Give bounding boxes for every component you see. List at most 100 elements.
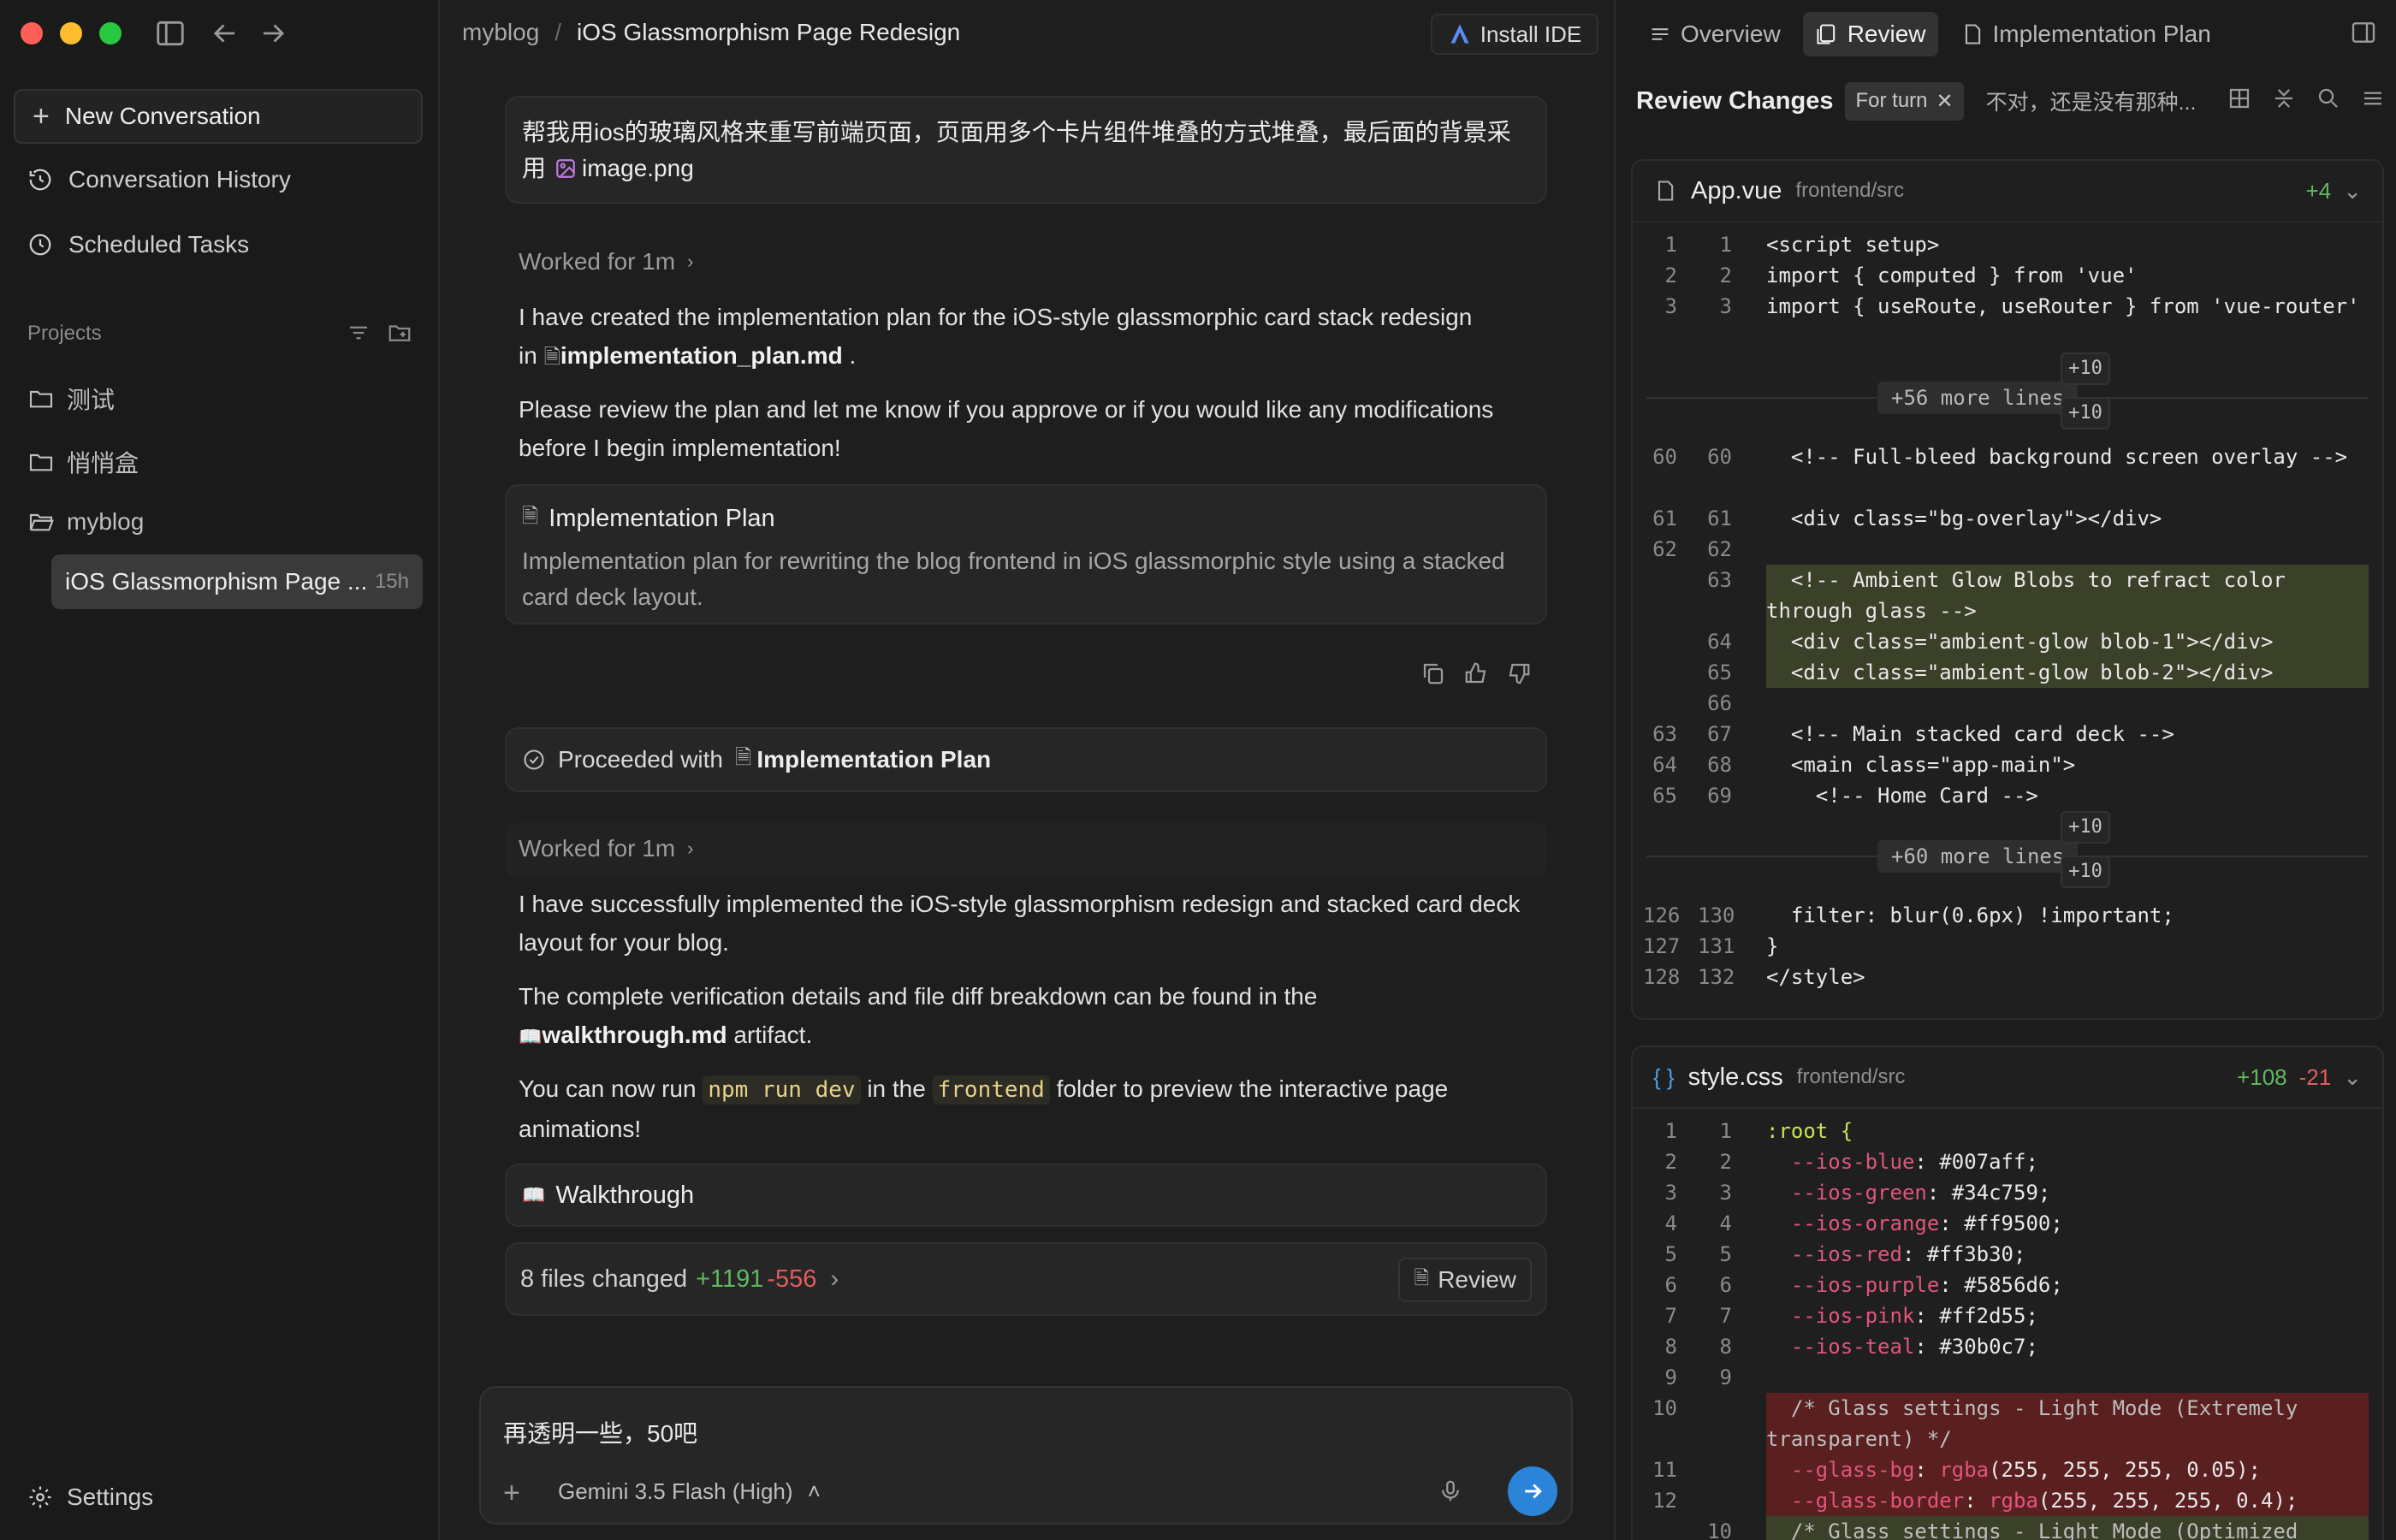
scheduled-tasks-link[interactable]: Scheduled Tasks [27,231,249,258]
diff-file-header[interactable]: App.vue frontend/src +4 ⌄ [1633,161,2382,222]
diff-file-card: { } style.css frontend/src +108 -21 ⌄ 11… [1631,1045,2384,1540]
document-icon [1965,24,1980,44]
settings-button[interactable]: Settings [27,1484,153,1511]
worked-for-toggle[interactable]: Worked for 1m › [519,835,693,862]
thumbs-down-icon[interactable] [1506,660,1532,686]
collapse-icon[interactable] [2271,86,2297,111]
arrow-right-icon [1525,1484,1542,1499]
close-window-button[interactable] [21,22,43,44]
diff-file-path: frontend/src [1795,179,1905,202]
copy-icon[interactable] [1420,660,1446,686]
image-attachment[interactable]: image.png [555,151,694,187]
attachment-name: image.png [582,155,694,181]
project-folder-label: 测试 [67,387,116,413]
proceeded-label: Proceeded with [558,746,724,773]
user-message-line: 帮我用ios的玻璃风格来重写前端页面，页面用多个卡片组件堆叠的方式堆叠，最后面的… [522,119,1511,145]
active-conversation-item[interactable]: iOS Glassmorphism Page ... 15h [51,554,423,609]
paragraph-text: in [519,342,537,369]
forward-arrow-icon[interactable] [257,17,289,50]
artifact-title: Implementation Plan [549,505,775,532]
toggle-sidebar-icon[interactable] [154,17,187,50]
model-selector-label: Gemini 3.5 Flash (High) [558,1478,793,1504]
filter-icon[interactable] [346,320,371,346]
walkthrough-artifact[interactable]: 📖 Walkthrough [505,1164,1547,1227]
chevron-up-icon: ˄ [807,1478,821,1504]
scheduled-tasks-label: Scheduled Tasks [68,231,250,258]
add-attachment-button[interactable]: + [503,1477,520,1510]
breadcrumb-project[interactable]: myblog [462,19,539,46]
review-title: Review Changes [1636,86,1834,115]
code-line: <!-- Home Card --> [1766,784,2038,808]
plus-icon: + [33,99,50,133]
panel-tabs: Overview Review Implementation Plan [1636,12,2223,56]
close-icon[interactable]: ✕ [1936,89,1954,114]
code-line: --ios-pink: #ff2d55; [1790,1304,2038,1328]
file-link[interactable]: 📖walkthrough.md [519,1022,727,1048]
project-folder[interactable]: 测试 [27,382,115,416]
file-link[interactable]: 🗎implementation_plan.md [544,342,843,369]
user-message-line: 用 [522,155,547,181]
files-changed-summary[interactable]: 8 files changed +1191 -556 › 🗎 Review [505,1242,1547,1316]
message-input[interactable]: 再透明一些，50吧 [503,1415,697,1449]
chevron-down-icon[interactable]: ⌄ [2343,178,2362,204]
tab-review[interactable]: Review [1802,12,1938,56]
search-icon[interactable] [2316,86,2341,111]
more-icon[interactable] [2360,86,2386,111]
assistant-paragraph: The complete verification details and fi… [519,977,1545,1056]
thumbs-up-icon[interactable] [1463,660,1489,686]
model-selector[interactable]: Gemini 3.5 Flash (High) ˄ [558,1478,821,1505]
new-folder-icon[interactable] [387,320,412,346]
added-code-line: <!-- Ambient Glow Blobs to refract color… [1766,565,2369,626]
projects-heading: Projects [27,322,102,345]
history-icon [29,169,51,191]
toggle-panel-icon[interactable] [2350,19,2377,46]
minimize-window-button[interactable] [60,22,82,44]
diff-additions: +4 [2305,177,2332,204]
diff-file-path: frontend/src [1796,1065,1906,1088]
layout-icon[interactable] [2227,86,2252,111]
new-conversation-button[interactable]: + New Conversation [14,89,423,144]
review-button[interactable]: 🗎 Review [1398,1258,1532,1302]
chevron-down-icon[interactable]: ⌄ [2343,1064,2362,1091]
expand-down-button[interactable]: +10 [2061,397,2110,429]
tab-implementation-plan[interactable]: Implementation Plan [1948,12,2223,56]
expand-up-button[interactable]: +10 [2061,352,2110,385]
worked-for-label: Worked for 1m [519,248,676,275]
added-code-line: /* Glass settings - Light Mode (Optimize… [1766,1516,2369,1540]
turn-filter-chip[interactable]: For turn ✕ [1845,81,1964,121]
breadcrumb-conversation: iOS Glassmorphism Page Redesign [577,19,961,45]
code-line: import { useRoute, useRouter } from 'vue… [1766,294,2360,318]
microphone-icon[interactable] [1438,1478,1463,1504]
tab-label: Implementation Plan [1992,21,2211,47]
diff-file-header[interactable]: { } style.css frontend/src +108 -21 ⌄ [1633,1047,2382,1109]
maximize-window-button[interactable] [99,22,122,44]
tab-overview[interactable]: Overview [1636,12,1793,56]
code-line: :root { [1766,1119,1853,1143]
project-folder[interactable]: 悄悄盒 [27,445,139,479]
expand-up-button[interactable]: +10 [2061,811,2110,844]
expand-lines-button[interactable]: +56 more lines [1877,382,2079,414]
proceeded-plan-link[interactable]: 🗎 Implementation Plan [735,743,991,778]
expand-lines-button[interactable]: +60 more lines [1877,840,2079,873]
folder-icon [29,453,53,471]
paragraph-text: artifact. [733,1022,813,1048]
artifact-title: Walkthrough [555,1181,695,1209]
implementation-plan-artifact[interactable]: 🗎 Implementation Plan Implementation pla… [505,484,1547,625]
project-folder[interactable]: myblog [27,508,144,536]
code-line: <!-- Full-bleed background screen overla… [1766,445,2348,469]
assistant-paragraph: Please review the plan and let me know i… [519,396,1494,461]
worked-for-toggle[interactable]: Worked for 1m › [519,248,693,275]
install-ide-button[interactable]: Install IDE [1431,14,1598,55]
message-composer: 再透明一些，50吧 + Gemini 3.5 Flash (High) ˄ [479,1386,1573,1525]
paragraph-text: folder to preview the interactive page [1056,1075,1449,1102]
diff-code: 1 1 <script setup> 2 2 import { computed } f… [1633,222,2382,992]
send-button[interactable] [1508,1466,1557,1516]
conversation-pane: myblog / iOS Glassmorphism Page Redesign… [442,0,1614,1540]
code-line: </style> [1766,965,1865,989]
back-arrow-icon[interactable] [209,17,241,50]
book-icon: 📖 [522,1184,546,1205]
assistant-paragraph: I have successfully implemented the iOS-… [519,891,1521,956]
conversation-history-link[interactable]: Conversation History [27,166,291,193]
expand-down-button[interactable]: +10 [2061,856,2110,888]
file-link-label: implementation_plan.md [560,342,843,369]
